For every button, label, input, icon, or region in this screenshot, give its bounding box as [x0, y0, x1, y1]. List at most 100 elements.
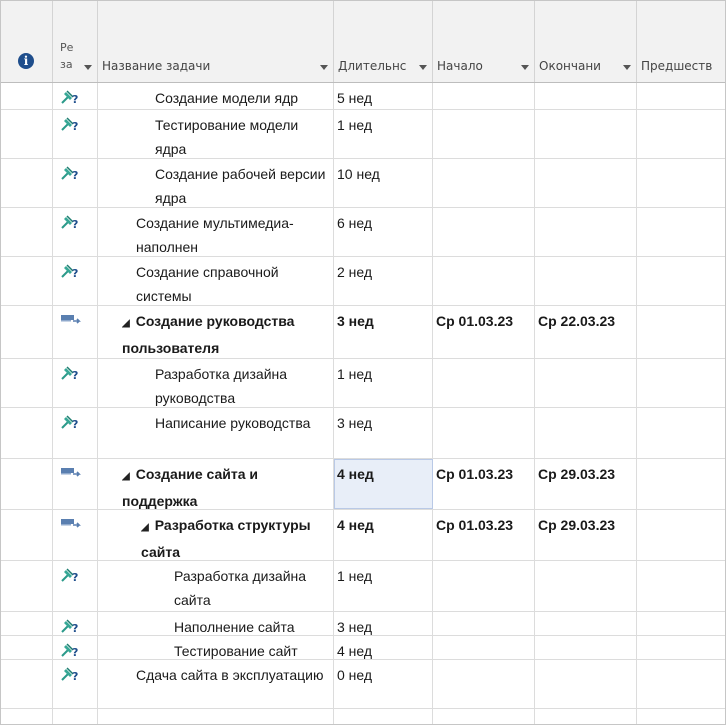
start-cell[interactable]	[433, 359, 535, 407]
collapse-triangle-icon[interactable]: ◢	[122, 465, 130, 489]
task-mode-cell[interactable]: ?	[53, 159, 98, 207]
table-row[interactable]: ? Тестирование модели ядра 1 нед	[1, 110, 725, 159]
task-name-cell[interactable]: Создание справочной системы	[98, 257, 334, 305]
collapse-triangle-icon[interactable]: ◢	[122, 312, 130, 336]
indicator-cell[interactable]	[1, 159, 53, 207]
duration-cell[interactable]: 4 нед	[334, 510, 433, 560]
empty-cell[interactable]	[433, 709, 535, 724]
table-row[interactable]: ? Разработка дизайна руководства 1 нед	[1, 359, 725, 408]
table-row[interactable]: ◢ Создание руководства пользователя 3 нед С…	[1, 306, 725, 359]
task-name-cell[interactable]: Тестирование сайт	[98, 636, 334, 659]
finish-cell[interactable]	[535, 159, 637, 207]
indicator-cell[interactable]	[1, 612, 53, 635]
indicator-cell[interactable]	[1, 208, 53, 256]
finish-cell[interactable]	[535, 257, 637, 305]
duration-cell[interactable]: 3 нед	[334, 306, 433, 358]
start-cell[interactable]	[433, 257, 535, 305]
task-mode-cell[interactable]	[53, 306, 98, 358]
column-header-task-mode[interactable]: Ре за	[53, 1, 98, 82]
predecessors-cell[interactable]	[637, 510, 725, 560]
predecessors-cell[interactable]	[637, 208, 725, 256]
column-header-predecessors[interactable]: Предшеств	[637, 1, 725, 82]
column-header-start[interactable]: Начало	[433, 1, 535, 82]
indicator-cell[interactable]	[1, 510, 53, 560]
start-cell[interactable]: Ср 01.03.23	[433, 459, 535, 509]
duration-cell[interactable]: 3 нед	[334, 612, 433, 635]
empty-cell[interactable]	[98, 709, 334, 724]
finish-cell[interactable]	[535, 636, 637, 659]
predecessors-cell[interactable]	[637, 306, 725, 358]
duration-cell[interactable]: 6 нед	[334, 208, 433, 256]
empty-cell[interactable]	[637, 709, 725, 724]
start-cell[interactable]	[433, 110, 535, 158]
duration-cell[interactable]: 4 нед	[334, 459, 433, 509]
predecessors-cell[interactable]	[637, 612, 725, 635]
finish-cell[interactable]	[535, 561, 637, 611]
finish-cell[interactable]	[535, 660, 637, 708]
chevron-down-icon[interactable]	[623, 65, 631, 70]
duration-cell[interactable]: 1 нед	[334, 561, 433, 611]
start-cell[interactable]	[433, 208, 535, 256]
predecessors-cell[interactable]	[637, 408, 725, 458]
predecessors-cell[interactable]	[637, 359, 725, 407]
duration-cell[interactable]: 10 нед	[334, 159, 433, 207]
chevron-down-icon[interactable]	[84, 65, 92, 70]
predecessors-cell[interactable]	[637, 459, 725, 509]
indicator-cell[interactable]	[1, 83, 53, 109]
start-cell[interactable]	[433, 408, 535, 458]
table-row[interactable]: ? Создание модели ядр 5 нед	[1, 83, 725, 110]
chevron-down-icon[interactable]	[521, 65, 529, 70]
task-mode-cell[interactable]: ?	[53, 660, 98, 708]
task-mode-cell[interactable]	[53, 510, 98, 560]
predecessors-cell[interactable]	[637, 83, 725, 109]
table-row[interactable]: ? Написание руководства 3 нед	[1, 408, 725, 459]
duration-cell[interactable]: 1 нед	[334, 359, 433, 407]
chevron-down-icon[interactable]	[320, 65, 328, 70]
start-cell[interactable]	[433, 83, 535, 109]
task-mode-cell[interactable]: ?	[53, 110, 98, 158]
column-header-task-name[interactable]: Название задачи	[98, 1, 334, 82]
task-name-cell[interactable]: ◢ Создание руководства пользователя	[98, 306, 334, 358]
predecessors-cell[interactable]	[637, 660, 725, 708]
predecessors-cell[interactable]	[637, 257, 725, 305]
column-header-finish[interactable]: Окончани	[535, 1, 637, 82]
table-row[interactable]: ◢ Разработка структуры сайта 4 нед Ср 01.03…	[1, 510, 725, 561]
task-name-cell[interactable]: ◢ Создание сайта и поддержка	[98, 459, 334, 509]
task-name-cell[interactable]: Написание руководства	[98, 408, 334, 458]
task-name-cell[interactable]: Разработка дизайна руководства	[98, 359, 334, 407]
task-mode-cell[interactable]: ?	[53, 359, 98, 407]
task-mode-cell[interactable]: ?	[53, 561, 98, 611]
indicator-cell[interactable]	[1, 561, 53, 611]
table-row[interactable]: ? Создание мультимедиа-наполнен 6 нед	[1, 208, 725, 257]
empty-cell[interactable]	[53, 709, 98, 724]
duration-cell[interactable]: 2 нед	[334, 257, 433, 305]
task-mode-cell[interactable]: ?	[53, 408, 98, 458]
table-row[interactable]: ? Наполнение сайта 3 нед	[1, 612, 725, 636]
task-mode-cell[interactable]: ?	[53, 83, 98, 109]
indicator-cell[interactable]	[1, 306, 53, 358]
table-row[interactable]: ? Тестирование сайт 4 нед	[1, 636, 725, 660]
finish-cell[interactable]	[535, 83, 637, 109]
column-header-duration[interactable]: Длительнс	[334, 1, 433, 82]
task-mode-cell[interactable]: ?	[53, 208, 98, 256]
start-cell[interactable]	[433, 660, 535, 708]
finish-cell[interactable]	[535, 110, 637, 158]
finish-cell[interactable]	[535, 408, 637, 458]
chevron-down-icon[interactable]	[419, 65, 427, 70]
task-name-cell[interactable]: Создание мультимедиа-наполнен	[98, 208, 334, 256]
table-row[interactable]: ◢ Создание сайта и поддержка 4 нед Ср 01.03…	[1, 459, 725, 510]
indicator-cell[interactable]	[1, 257, 53, 305]
task-name-cell[interactable]: Создание рабочей версии ядра	[98, 159, 334, 207]
finish-cell[interactable]: Ср 22.03.23	[535, 306, 637, 358]
table-row[interactable]: ? Сдача сайта в эксплуатацию 0 нед	[1, 660, 725, 709]
start-cell[interactable]	[433, 612, 535, 635]
predecessors-cell[interactable]	[637, 110, 725, 158]
task-name-cell[interactable]: Разработка дизайна сайта	[98, 561, 334, 611]
start-cell[interactable]	[433, 636, 535, 659]
duration-cell[interactable]: 1 нед	[334, 110, 433, 158]
indicator-cell[interactable]	[1, 359, 53, 407]
indicator-cell[interactable]	[1, 110, 53, 158]
duration-cell[interactable]: 5 нед	[334, 83, 433, 109]
duration-cell[interactable]: 0 нед	[334, 660, 433, 708]
table-row[interactable]: ? Создание рабочей версии ядра 10 нед	[1, 159, 725, 208]
